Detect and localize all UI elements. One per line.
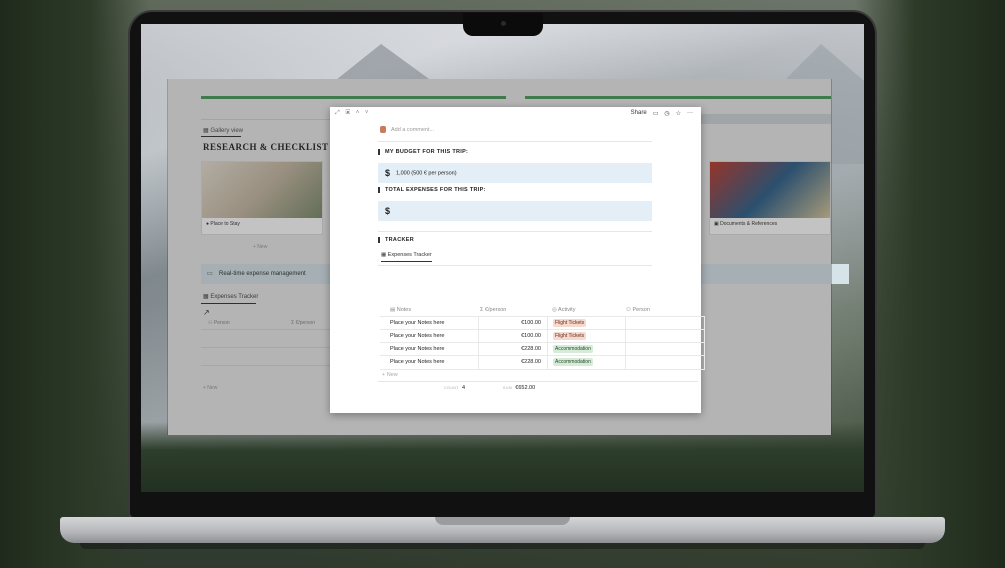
- forest-right: [855, 0, 1005, 568]
- count-summary[interactable]: COUNT 4: [444, 385, 465, 391]
- activity-tag: Accommodation: [553, 345, 593, 353]
- cell-notes[interactable]: Place your Notes here: [380, 356, 478, 369]
- sum-summary[interactable]: SUM €652.00: [503, 385, 535, 391]
- clock-icon[interactable]: ◷: [664, 110, 669, 117]
- column-person[interactable]: ⚇ Person: [624, 304, 704, 316]
- activity-tag: Accommodation: [553, 358, 593, 366]
- forest-left: [0, 0, 150, 568]
- column-notes[interactable]: ▤ Notes: [380, 304, 478, 316]
- cell-eur[interactable]: €228.00: [478, 356, 547, 369]
- count-value: 4: [461, 385, 466, 391]
- topbar-left-controls: ⤢ ▣ ˄ ˅: [335, 110, 370, 117]
- tracker-heading[interactable]: TRACKER: [378, 237, 414, 243]
- column-eur-person[interactable]: Σ €/person: [478, 304, 542, 316]
- modal-topbar: ⤢ ▣ ˄ ˅ Share ▭ ◷ ☆ ···: [330, 107, 701, 121]
- table-header: ▤ Notes Σ €/person ◎ Activity ⚇ Person: [380, 304, 704, 316]
- divider: [378, 265, 652, 266]
- count-label: COUNT: [444, 386, 459, 390]
- table-row[interactable]: Place your Notes here €228.00 Accommodat…: [380, 342, 705, 356]
- tracker-tab-label: Expenses Tracker: [387, 252, 432, 258]
- more-icon[interactable]: ···: [687, 110, 693, 117]
- dollar-icon: $: [385, 168, 391, 178]
- budget-heading: MY BUDGET FOR THIS TRIP:: [378, 149, 468, 155]
- activity-tag: Flight Tickets: [553, 319, 587, 327]
- activity-tag: Flight Tickets: [553, 332, 587, 340]
- new-row-button[interactable]: + New: [382, 372, 398, 378]
- laptop-shadow: [80, 543, 925, 549]
- chevron-down-icon[interactable]: ˅: [365, 110, 371, 116]
- share-button[interactable]: Share: [631, 110, 647, 117]
- table-row[interactable]: Place your Notes here €100.00 Flight Tic…: [380, 329, 705, 343]
- table-row[interactable]: Place your Notes here €100.00 Flight Tic…: [380, 316, 705, 330]
- divider: [378, 381, 698, 382]
- star-icon[interactable]: ☆: [676, 110, 681, 117]
- chevron-up-icon[interactable]: ˄: [356, 110, 362, 116]
- add-comment[interactable]: Add a comment...: [380, 126, 434, 133]
- budget-value: 1,000 (500 € per person): [396, 170, 457, 177]
- topbar-right-controls: Share ▭ ◷ ☆ ···: [631, 110, 693, 117]
- column-activity[interactable]: ◎ Activity: [542, 304, 624, 316]
- avatar: [380, 126, 386, 133]
- table-icon: ▦: [381, 252, 388, 258]
- page-peek-modal: ⤢ ▣ ˄ ˅ Share ▭ ◷ ☆ ··· Add a comment...…: [330, 107, 705, 413]
- notes-icon: ▤: [390, 307, 397, 313]
- open-as-page-icon[interactable]: ▣: [345, 110, 352, 116]
- camera-icon: [501, 21, 506, 26]
- column-label: Person: [632, 307, 650, 313]
- column-label: Notes: [396, 307, 412, 313]
- column-label: Activity: [558, 307, 576, 313]
- column-label: €/person: [484, 307, 507, 313]
- add-comment-placeholder: Add a comment...: [391, 126, 435, 133]
- dollar-icon: $: [385, 206, 391, 216]
- budget-callout[interactable]: $1,000 (500 € per person): [378, 163, 652, 183]
- comment-icon[interactable]: ▭: [653, 110, 659, 117]
- sum-value: €652.00: [515, 385, 536, 391]
- sum-label: SUM: [503, 386, 513, 390]
- expand-icon[interactable]: ⤢: [335, 110, 342, 116]
- expenses-callout[interactable]: $: [378, 201, 652, 221]
- divider: [378, 141, 652, 142]
- divider: [378, 231, 652, 232]
- laptop-groove: [435, 517, 570, 525]
- expenses-tracker-tab[interactable]: ▦ Expenses Tracker: [381, 252, 432, 262]
- cell-person[interactable]: [625, 356, 705, 369]
- laptop-screen: ▦ Gallery view RESEARCH & CHECKLIST ● Pl…: [141, 24, 864, 492]
- expenses-heading: TOTAL EXPENSES FOR THIS TRIP:: [378, 187, 486, 193]
- cell-activity[interactable]: Accommodation: [547, 356, 625, 369]
- table-row[interactable]: Place your Notes here €228.00 Accommodat…: [380, 355, 705, 370]
